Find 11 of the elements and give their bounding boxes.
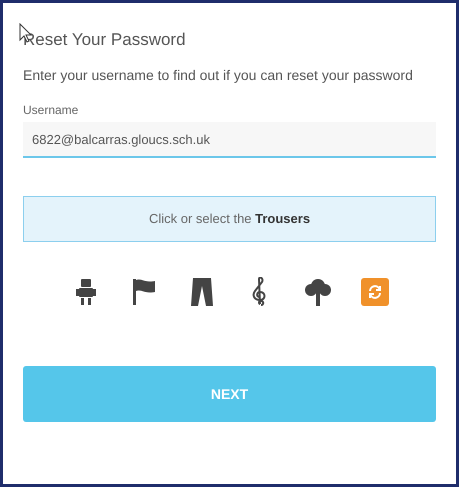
instructions-text: Enter your username to find out if you can reset your password xyxy=(23,66,414,85)
captcha-option[interactable] xyxy=(302,276,332,308)
tree-icon xyxy=(304,278,332,306)
username-label: Username xyxy=(23,102,78,119)
refresh-icon xyxy=(366,284,382,300)
username-field[interactable]: 6822@balcarras.gloucs.sch.uk xyxy=(23,122,436,158)
flag-icon xyxy=(132,279,156,305)
captcha-prompt: Click or select the Trousers xyxy=(23,196,436,242)
treble-clef-icon xyxy=(252,277,268,307)
robot-icon xyxy=(76,279,96,305)
trousers-icon xyxy=(190,278,212,306)
